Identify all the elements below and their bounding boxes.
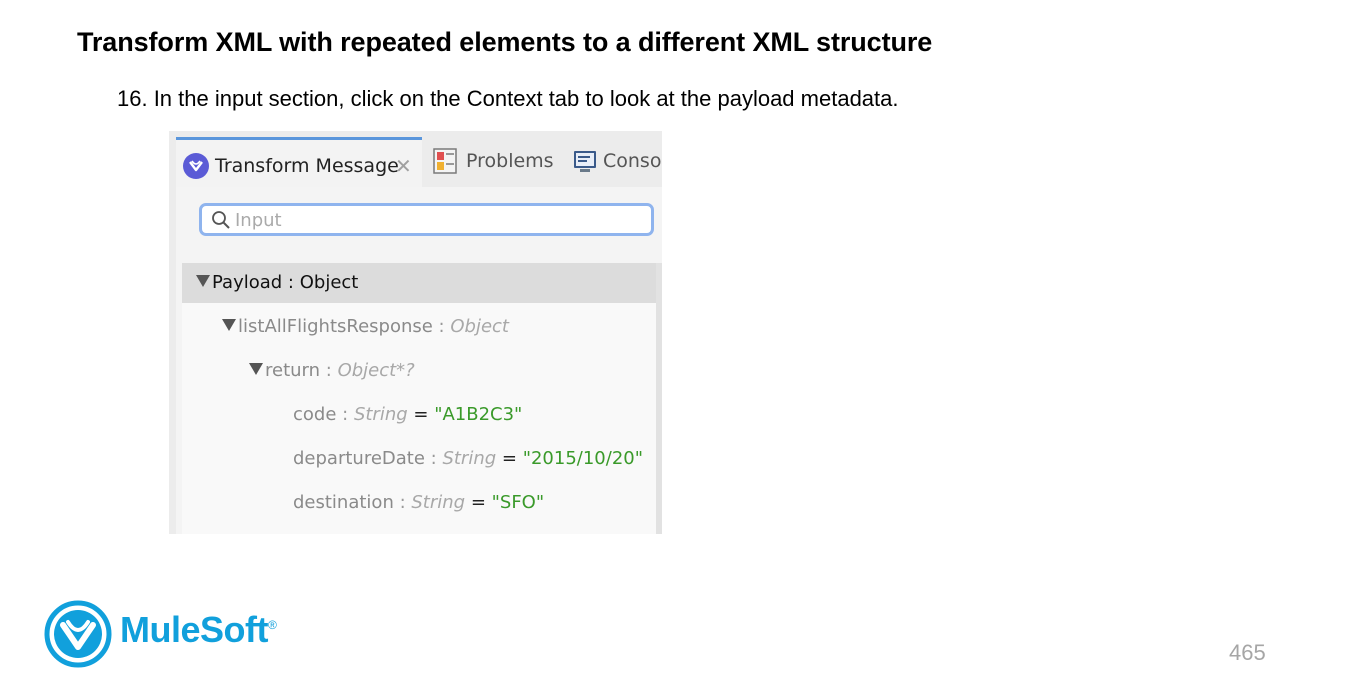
tree-node-listallflightsresponse[interactable]: listAllFlightsResponse : Object — [222, 307, 509, 347]
tree-node-departuredate[interactable]: departureDate : String = "2015/10/20" — [293, 439, 643, 479]
registered-mark: ® — [267, 618, 277, 632]
step-instruction: 16. In the input section, click on the C… — [117, 86, 899, 111]
tree-node-code[interactable]: code : String = "A1B2C3" — [293, 395, 522, 435]
tab-label: Problems — [466, 150, 554, 172]
tab-label: Consol — [603, 150, 662, 172]
page-number: 465 — [1229, 640, 1266, 665]
expand-triangle-icon[interactable] — [249, 363, 263, 375]
mulesoft-logo-icon — [44, 600, 112, 668]
transform-message-panel: Transform Message ✕ Problems Consol Inpu… — [169, 131, 662, 534]
brand-name: MuleSoft® — [120, 609, 277, 650]
search-input[interactable]: Input — [199, 203, 654, 236]
tab-label: Transform Message — [215, 155, 399, 177]
tree-node-destination[interactable]: destination : String = "SFO" — [293, 483, 544, 523]
tree-scrollbar[interactable] — [656, 263, 662, 534]
page-title: Transform XML with repeated elements to … — [77, 27, 933, 57]
mule-logo-icon — [183, 153, 209, 179]
search-icon — [211, 210, 231, 234]
input-section: Input Payload : Object listAllFlightsRes… — [176, 187, 662, 534]
console-icon — [573, 150, 597, 178]
expand-triangle-icon[interactable] — [222, 319, 236, 331]
tab-bar: Transform Message ✕ Problems Consol — [169, 131, 662, 187]
metadata-tree: Payload : Object listAllFlightsResponse … — [182, 263, 656, 534]
expand-triangle-icon[interactable] — [196, 275, 210, 287]
problems-icon — [433, 148, 457, 178]
search-placeholder: Input — [235, 210, 282, 231]
tree-node-payload[interactable]: Payload : Object — [182, 263, 656, 303]
tab-transform-message[interactable]: Transform Message ✕ — [176, 137, 422, 187]
tree-node-return[interactable]: return : Object*? — [249, 351, 415, 391]
close-icon[interactable]: ✕ — [395, 154, 412, 178]
